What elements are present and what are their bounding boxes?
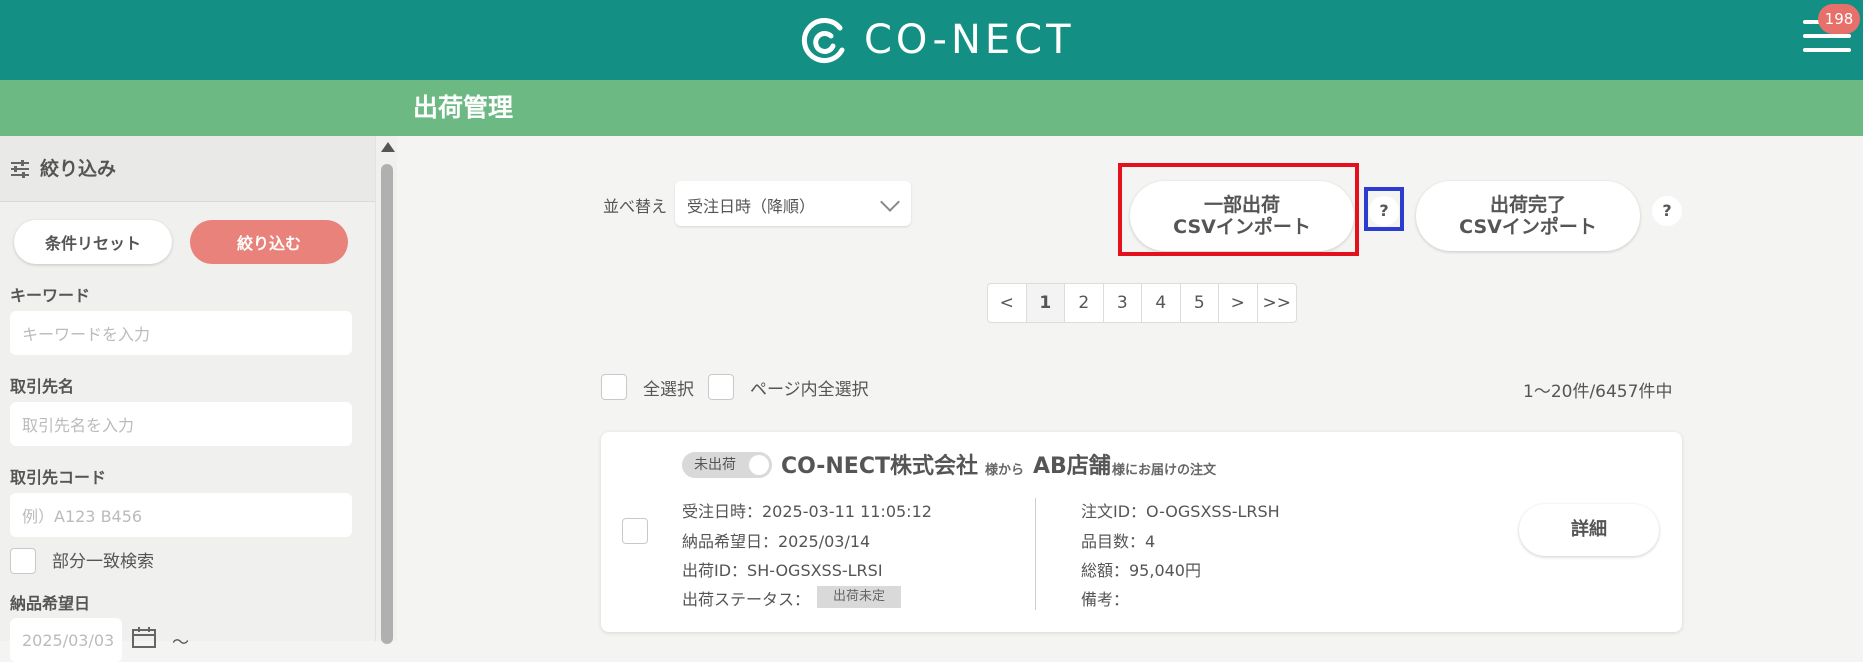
order-note: 備考： [1081,590,1130,609]
order-datetime: 受注日時：2025-03-11 11:05:12 [682,502,932,521]
complete-csv-line1: 出荷完了 [1489,194,1566,216]
status-toggle-label: 未出荷 [694,457,736,473]
pagination-page-2[interactable]: 2 [1065,284,1104,322]
pagination-next[interactable]: > [1219,284,1258,322]
result-count: 1〜20件/6457件中 [1523,382,1673,402]
partner-input[interactable]: 取引先名を入力 [10,402,352,446]
sort-selected-value: 受注日時（降順） [687,197,816,216]
order-detail-button[interactable]: 詳細 [1519,504,1659,556]
sidebar-scrollbar[interactable] [375,136,397,644]
conect-logo-icon [801,18,845,63]
scrollbar-thumb[interactable] [381,164,393,644]
partial-match-label: 部分一致検索 [52,552,154,572]
item-count: 品目数：4 [1081,532,1156,551]
toggle-knob [749,455,769,475]
app-header: CO-NECT 198 [0,0,1863,80]
scroll-up-arrow-icon[interactable] [381,142,395,152]
partner-code-input[interactable]: 例）A123 B456 [10,493,352,537]
logo-text: CO-NECT [864,17,1075,63]
pagination-page-5[interactable]: 5 [1181,284,1219,322]
order-card: 未出荷 CO-NECT株式会社 様から AB店舗 様にお届けの注文 受注日時：2… [601,432,1682,632]
filter-sidebar: 絞り込み 条件リセット 絞り込む キーワード キーワードを入力 取引先名 取引先… [0,136,375,662]
chevron-down-icon [880,192,900,212]
calendar-icon[interactable] [132,626,156,648]
highlight-box-blue [1364,187,1404,231]
notification-badge[interactable]: 198 [1818,4,1860,34]
shipment-status-label: 出荷ステータス： [682,590,811,609]
sort-select[interactable]: 受注日時（降順） [675,181,911,226]
keyword-label: キーワード [10,286,91,305]
page-title: 出荷管理 [413,93,514,122]
card-divider [1035,498,1036,610]
complete-csv-help-icon[interactable]: ? [1652,196,1682,226]
pagination: < 1 2 3 4 5 > >> [987,283,1297,323]
apply-filter-button[interactable]: 絞り込む [190,220,348,264]
delivery-date-label: 納品希望日 [10,594,91,613]
select-page-label: ページ内全選択 [750,380,869,400]
partner-placeholder: 取引先名を入力 [22,416,135,435]
delivery-date-from-input[interactable]: 2025/03/03 [10,618,122,662]
pagination-prev[interactable]: < [988,284,1027,322]
order-select-checkbox[interactable] [622,518,648,544]
keyword-placeholder: キーワードを入力 [22,325,151,344]
filter-header: 絞り込み [0,136,375,202]
highlight-box-red [1118,163,1359,256]
filter-sliders-icon [11,160,29,178]
pagination-page-1[interactable]: 1 [1026,284,1065,322]
select-all-label: 全選択 [643,380,694,400]
order-id: 注文ID：O-OGSXSS-LRSH [1081,502,1280,521]
partner-code-placeholder: 例）A123 B456 [22,507,143,526]
order-total: 総額：95,040円 [1081,561,1201,580]
pagination-last[interactable]: >> [1258,284,1297,322]
order-company: CO-NECT株式会社 [781,454,978,479]
reset-filter-button[interactable]: 条件リセット [14,220,172,264]
partner-code-label: 取引先コード [10,468,107,487]
shipment-complete-csv-import-button[interactable]: 出荷完了 CSVインポート [1416,181,1640,251]
shipment-id: 出荷ID：SH-OGSXSS-LRSI [682,561,883,580]
delivery-date-placeholder: 2025/03/03 [22,630,115,650]
order-shop: AB店舗 [1033,454,1111,479]
select-page-checkbox[interactable] [708,374,734,400]
partner-label: 取引先名 [10,377,75,396]
complete-csv-line2: CSVインポート [1459,216,1597,238]
to-suffix: 様にお届けの注文 [1112,463,1217,478]
status-toggle[interactable]: 未出荷 [682,452,772,478]
from-suffix: 様から [985,463,1025,478]
app-logo[interactable]: CO-NECT [800,12,1075,68]
select-all-checkbox[interactable] [601,374,627,400]
filter-title: 絞り込み [40,158,117,180]
keyword-input[interactable]: キーワードを入力 [10,311,352,355]
partial-match-checkbox[interactable] [10,548,36,574]
page-titlebar: 出荷管理 [0,80,1863,136]
shipment-status-badge: 出荷未定 [817,586,901,608]
delivery-date: 納品希望日：2025/03/14 [682,532,871,551]
pagination-page-4[interactable]: 4 [1142,284,1181,322]
sort-label: 並べ替え [603,197,668,216]
pagination-page-3[interactable]: 3 [1104,284,1142,322]
